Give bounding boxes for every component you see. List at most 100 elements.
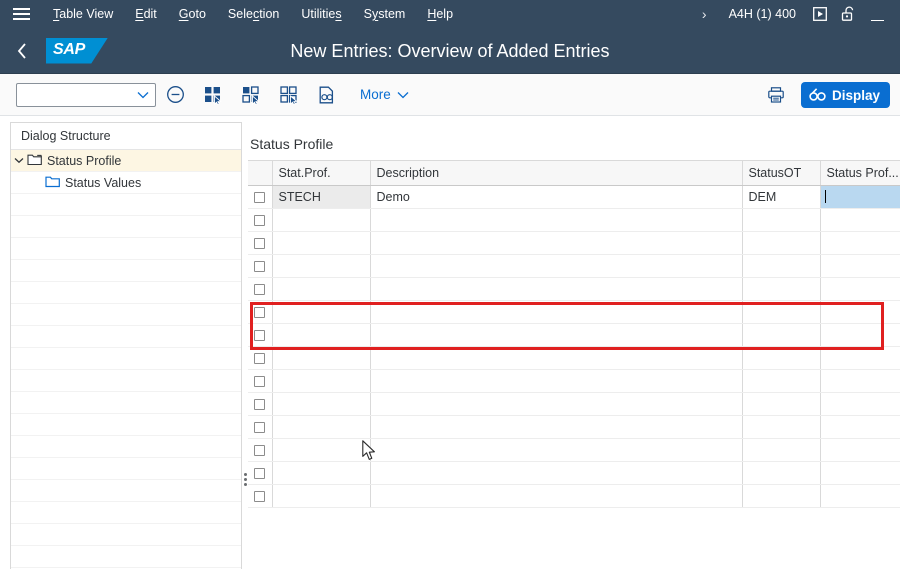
- cell-description[interactable]: [370, 277, 743, 301]
- row-checkbox-cell[interactable]: [248, 300, 273, 324]
- cell-description[interactable]: [370, 392, 743, 416]
- cell-description[interactable]: [370, 300, 743, 324]
- cell-status-prof-lang[interactable]: [820, 277, 900, 301]
- row-checkbox[interactable]: [254, 490, 266, 502]
- cell-description[interactable]: [370, 415, 743, 439]
- menu-item-selection[interactable]: Selection: [217, 0, 290, 28]
- more-menu-button[interactable]: More: [350, 79, 419, 111]
- sidebar-item-status-profile[interactable]: Status Profile: [11, 150, 241, 172]
- deselect-all-button[interactable]: [270, 79, 308, 111]
- row-checkbox-cell[interactable]: [248, 231, 273, 255]
- cell-status-prof-lang[interactable]: [820, 369, 900, 393]
- row-checkbox[interactable]: [254, 352, 266, 364]
- column-header-description[interactable]: Description: [370, 161, 743, 186]
- table-row[interactable]: [248, 231, 900, 255]
- cell-description[interactable]: [370, 323, 743, 347]
- sidebar-item-status-values[interactable]: Status Values: [11, 172, 241, 194]
- sap-logo[interactable]: SAP: [46, 37, 108, 64]
- cell-status-ot[interactable]: [742, 484, 821, 508]
- cell-status-ot[interactable]: [742, 346, 821, 370]
- cell-status-prof-lang[interactable]: [820, 346, 900, 370]
- row-checkbox[interactable]: [254, 237, 266, 249]
- cell-status-ot[interactable]: [742, 208, 821, 232]
- table-row[interactable]: [248, 254, 900, 278]
- row-checkbox[interactable]: [254, 444, 266, 456]
- row-checkbox[interactable]: [254, 398, 266, 410]
- table-row[interactable]: [248, 369, 900, 393]
- cell-status-prof-lang[interactable]: [820, 484, 900, 508]
- back-button[interactable]: [0, 28, 44, 74]
- row-checkbox[interactable]: [254, 375, 266, 387]
- column-header-select[interactable]: [248, 161, 273, 186]
- cell-status-prof-lang[interactable]: [820, 415, 900, 439]
- cell-description[interactable]: [370, 461, 743, 485]
- unlocked-padlock-icon[interactable]: [834, 0, 862, 28]
- cell-description[interactable]: [370, 346, 743, 370]
- cell-description[interactable]: [370, 254, 743, 278]
- cell-stat-prof[interactable]: [272, 254, 371, 278]
- table-row[interactable]: [248, 484, 900, 508]
- row-checkbox-cell[interactable]: [248, 277, 273, 301]
- cell-status-ot[interactable]: [742, 438, 821, 462]
- cell-stat-prof[interactable]: STECH: [272, 185, 371, 209]
- cell-description[interactable]: [370, 208, 743, 232]
- minimize-icon[interactable]: [862, 0, 892, 28]
- column-header-status-prof-lang[interactable]: Status Prof...: [820, 161, 900, 186]
- row-checkbox-cell[interactable]: [248, 461, 273, 485]
- cell-stat-prof[interactable]: [272, 392, 371, 416]
- cell-stat-prof[interactable]: [272, 438, 371, 462]
- cell-stat-prof[interactable]: [272, 369, 371, 393]
- table-row[interactable]: [248, 438, 900, 462]
- play-icon[interactable]: [806, 0, 834, 28]
- menu-item-utilities[interactable]: Utilities: [290, 0, 352, 28]
- cell-status-ot[interactable]: [742, 323, 821, 347]
- row-checkbox[interactable]: [254, 191, 266, 203]
- cell-stat-prof[interactable]: [272, 277, 371, 301]
- column-header-stat-prof[interactable]: Stat.Prof.: [272, 161, 371, 186]
- row-checkbox[interactable]: [254, 421, 266, 433]
- table-row[interactable]: [248, 208, 900, 232]
- cell-status-ot[interactable]: [742, 254, 821, 278]
- table-row[interactable]: [248, 461, 900, 485]
- row-checkbox-cell[interactable]: [248, 438, 273, 462]
- row-checkbox-cell[interactable]: [248, 484, 273, 508]
- row-checkbox-cell[interactable]: [248, 208, 273, 232]
- cell-description[interactable]: Demo: [370, 185, 743, 209]
- cell-stat-prof[interactable]: [272, 231, 371, 255]
- table-row[interactable]: [248, 415, 900, 439]
- table-row[interactable]: STECH Demo DEM: [248, 185, 900, 209]
- table-row[interactable]: [248, 392, 900, 416]
- row-checkbox-cell[interactable]: [248, 254, 273, 278]
- variant-combobox[interactable]: [16, 82, 156, 107]
- table-row[interactable]: [248, 346, 900, 370]
- row-checkbox-cell[interactable]: [248, 415, 273, 439]
- display-button[interactable]: Display: [800, 82, 890, 108]
- cell-status-prof-lang[interactable]: [820, 231, 900, 255]
- row-checkbox[interactable]: [254, 467, 266, 479]
- column-header-status-ot[interactable]: StatusOT: [742, 161, 821, 186]
- select-all-button[interactable]: [194, 79, 232, 111]
- cell-stat-prof[interactable]: [272, 415, 371, 439]
- row-checkbox[interactable]: [254, 306, 266, 318]
- menu-overflow-chevron-icon[interactable]: ›: [690, 6, 719, 22]
- row-checkbox[interactable]: [254, 329, 266, 341]
- row-checkbox[interactable]: [254, 260, 266, 272]
- cell-description[interactable]: [370, 369, 743, 393]
- cell-stat-prof[interactable]: [272, 346, 371, 370]
- chevron-down-icon[interactable]: [11, 157, 27, 164]
- cell-description[interactable]: [370, 484, 743, 508]
- table-row[interactable]: [248, 323, 900, 347]
- table-row[interactable]: [248, 300, 900, 324]
- delete-row-button[interactable]: [156, 79, 194, 111]
- cell-status-ot[interactable]: DEM: [742, 185, 821, 209]
- cell-status-ot[interactable]: [742, 300, 821, 324]
- cell-stat-prof[interactable]: [272, 300, 371, 324]
- cell-status-ot[interactable]: [742, 231, 821, 255]
- cell-status-prof-lang[interactable]: [820, 208, 900, 232]
- cell-status-ot[interactable]: [742, 369, 821, 393]
- cell-stat-prof[interactable]: [272, 323, 371, 347]
- row-checkbox-cell[interactable]: [248, 185, 273, 209]
- menu-item-edit[interactable]: Edit: [124, 0, 168, 28]
- row-checkbox-cell[interactable]: [248, 323, 273, 347]
- row-checkbox-cell[interactable]: [248, 369, 273, 393]
